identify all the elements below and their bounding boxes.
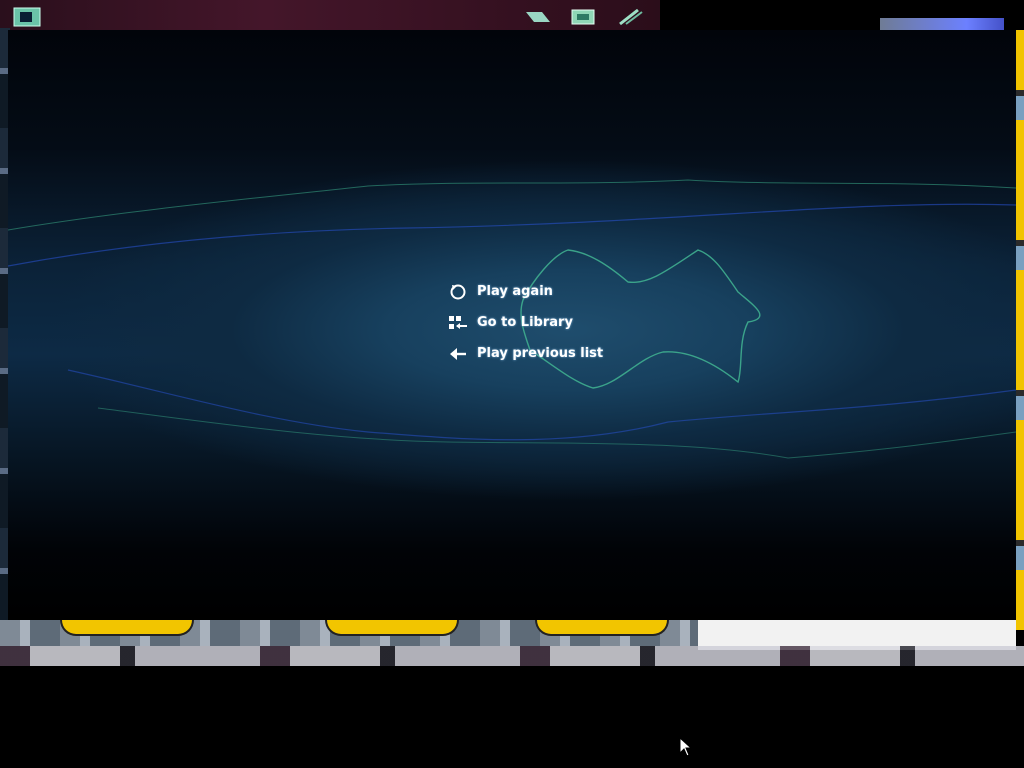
play-previous-list-label: Play previous list xyxy=(477,346,604,361)
desktop-edge-artifact xyxy=(1016,30,1024,630)
desktop: Play again Go to Library Play previous l… xyxy=(0,0,1024,768)
play-again-button[interactable]: Play again xyxy=(448,276,668,307)
replay-icon xyxy=(448,282,468,302)
window-title-bar-artifact xyxy=(0,0,660,32)
media-player-window: Play again Go to Library Play previous l… xyxy=(8,30,1016,620)
go-to-library-label: Go to Library xyxy=(477,315,573,330)
app-icon xyxy=(13,7,41,27)
library-icon xyxy=(448,313,468,333)
mouse-cursor-icon xyxy=(679,737,693,757)
window-control-icon[interactable] xyxy=(616,8,644,26)
window-control-icon[interactable] xyxy=(570,8,598,26)
play-previous-list-button[interactable]: Play previous list xyxy=(448,338,668,369)
play-again-label: Play again xyxy=(477,284,553,299)
artifact-blob xyxy=(325,620,459,636)
taskbar-artifact xyxy=(0,646,1024,666)
artifact-blob xyxy=(60,620,194,636)
end-of-playlist-menu: Play again Go to Library Play previous l… xyxy=(448,276,668,369)
window-control-icon[interactable] xyxy=(524,10,552,24)
back-arrow-icon xyxy=(448,344,468,364)
artifact-blob xyxy=(535,620,669,636)
go-to-library-button[interactable]: Go to Library xyxy=(448,307,668,338)
